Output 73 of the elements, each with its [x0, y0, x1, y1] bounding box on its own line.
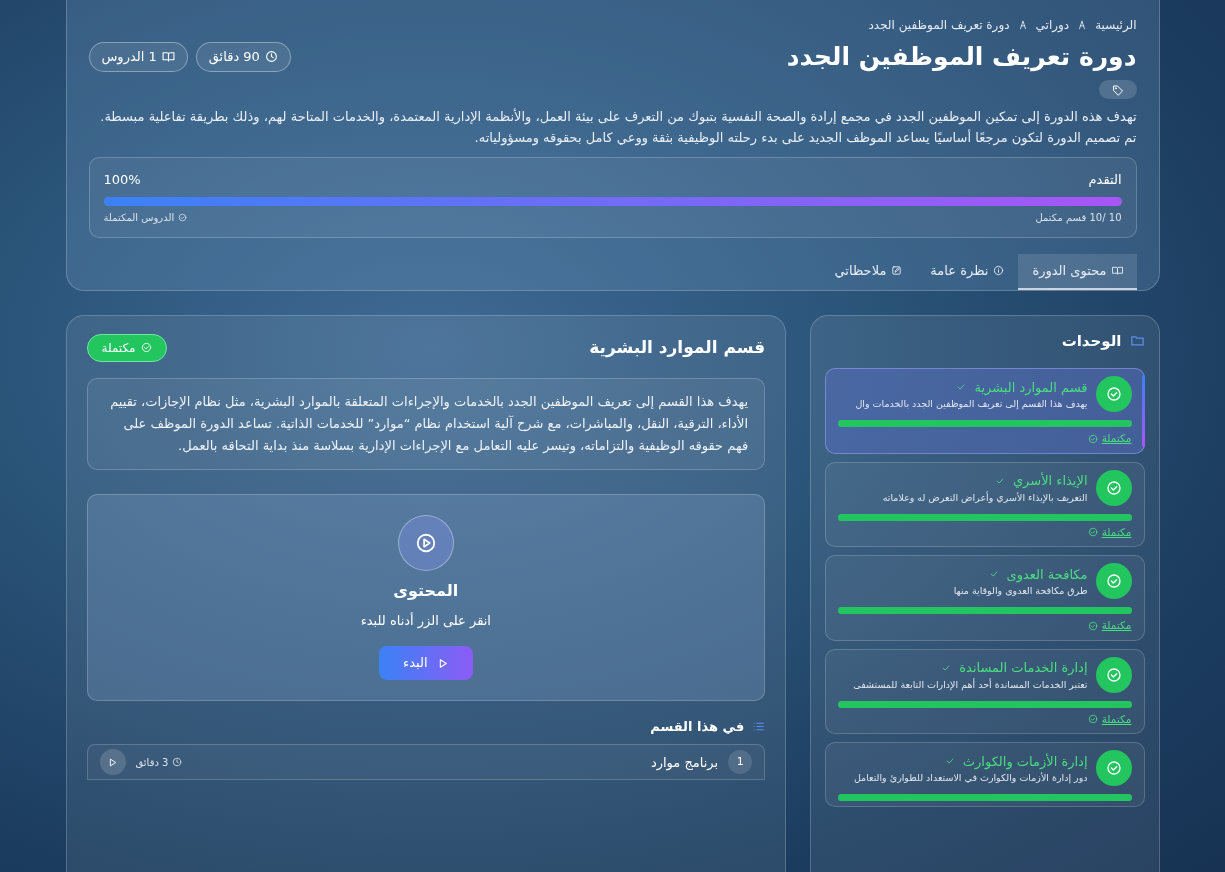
check-circle-icon	[1105, 666, 1122, 683]
module-description: تعتبر الخدمات المساندة أحد أهم الإدارات التابعة للمستشفى	[852, 677, 1088, 691]
clock-icon	[264, 50, 278, 64]
module-status: مكتملة	[1101, 524, 1132, 540]
lesson-title: برنامج موارد	[649, 753, 719, 773]
status-badge: مكتملة	[86, 333, 167, 362]
check-circle-icon	[1087, 433, 1098, 444]
tab[interactable]: ملاحظاتي	[820, 254, 917, 290]
play-icon	[107, 756, 118, 768]
progress-label: التقدم	[1088, 170, 1122, 189]
list-heading: في هذا القسم	[650, 717, 745, 736]
breadcrumb-link[interactable]: دورة تعريف الموظفين الجدد	[868, 16, 1010, 34]
module-status: مكتملة	[1101, 711, 1132, 727]
clock-icon	[172, 757, 183, 768]
separator-icon	[1017, 20, 1028, 30]
edit-icon	[891, 265, 903, 277]
progress-percent: 100%	[103, 170, 141, 189]
check-circle-icon	[1087, 620, 1098, 631]
check-circle-icon	[178, 213, 188, 223]
module-card[interactable]: إدارة الخدمات المساندة تعتبر الخدمات المساندة أحد أهم الإدارات التابعة للمستشفى مكتملة	[825, 648, 1145, 735]
section-title: قسم الموارد البشرية	[589, 337, 766, 358]
sections-count: 10 /10 قسم مكتمل	[1035, 211, 1122, 226]
module-title: إدارة الأزمات والكوارث	[962, 752, 1088, 772]
module-description: طرق مكافحة العدوى والوقاية منها	[952, 584, 1088, 598]
check-icon	[944, 756, 955, 767]
module-description: دور إدارة الأزمات والكوارث في الاستعداد للطوارئ والتعامل	[852, 771, 1088, 785]
section-description: يهدف هذا القسم إلى تعريف الموظفين الجدد بالخدمات والإجراءات المتعلقة بالموارد البشرية، مثل نظام الإجازات، تقييم الأداء، الترقية، النقل، والمباشرات، مع شرح آلية استخدام نظام “موارد” للخدمات الذاتية. تساعد الدورة الموظف على فهم حقوقه الوظيفية والتزاماته، وتيسر عليه التعامل مع الإجراءات الإدارية بسلاسة منذ بداية التحاقه بالعمل.	[86, 377, 766, 470]
check-circle-icon	[1105, 386, 1122, 403]
module-description: يهدف هذا القسم إلى تعريف الموظفين الجدد بالخدمات وال	[854, 397, 1088, 411]
module-status: مكتملة	[1101, 431, 1132, 447]
content-hint: انقر على الزر أدناه للبدء	[359, 611, 492, 631]
folder-icon	[1129, 333, 1145, 349]
content-title: المحتوى	[392, 579, 460, 602]
module-card[interactable]: قسم الموارد البشرية يهدف هذا القسم إلى تعريف الموظفين الجدد بالخدمات وال مكتملة	[825, 368, 1145, 454]
module-card[interactable]: الإيذاء الأسري التعريف بالإيذاء الأسري وأعراض التعرض له وعلاماته مكتملة	[825, 461, 1145, 548]
completed-lessons-label: الدروس المكتملة	[103, 211, 175, 226]
module-title: الإيذاء الأسري	[1012, 471, 1088, 491]
check-circle-icon	[1105, 479, 1122, 496]
tab[interactable]: نظرة عامة	[916, 254, 1019, 290]
check-icon	[994, 475, 1005, 486]
module-title: إدارة الخدمات المساندة	[959, 659, 1088, 678]
check-icon	[941, 662, 952, 673]
book-icon	[1111, 265, 1123, 277]
breadcrumb-link[interactable]: الرئيسية	[1095, 16, 1137, 34]
separator-icon	[1077, 20, 1088, 30]
lesson-play-button[interactable]	[99, 749, 126, 776]
module-card[interactable]: إدارة الأزمات والكوارث دور إدارة الأزمات والكوارث في الاستعداد للطوارئ والتعامل	[825, 742, 1145, 808]
course-description: تهدف هذه الدورة إلى تمكين الموظفين الجدد في مجمع إرادة والصحة النفسية بتبوك من التعرف على بيئة العمل، والأنظمة الإدارية المعتمدة، والخدمات المتاحة لهم، وذلك بطريقة تفاعلية مبسطة. تم تصميم الدورة لتكون مرجعًا أساسيًا يساعد الموظف الجديد على بدء رحلته الوظيفية بثقة ووعي كامل بحقوقه ومسؤولياته.	[99, 107, 1137, 148]
meta-pill: 90 دقائق	[195, 42, 291, 72]
module-title: قسم الموارد البشرية	[974, 378, 1088, 398]
check-circle-icon	[1087, 527, 1098, 538]
info-icon	[993, 265, 1005, 277]
check-circle-icon	[1105, 760, 1122, 777]
tag-icon	[1111, 83, 1124, 96]
check-circle-icon	[1087, 714, 1098, 725]
module-title: مكافحة العدوى	[1006, 565, 1088, 585]
breadcrumb-link[interactable]: دوراتي	[1035, 16, 1070, 34]
tab[interactable]: محتوى الدورة	[1018, 254, 1137, 290]
check-circle-icon	[1105, 573, 1122, 590]
start-button[interactable]: البدء	[379, 646, 473, 680]
module-description: التعريف بالإيذاء الأسري وأعراض التعرض له وعلاماته	[881, 490, 1088, 504]
meta-pill: 1 الدروس	[88, 42, 188, 72]
modules-title: الوحدات	[1061, 330, 1122, 352]
check-circle-icon	[140, 342, 152, 354]
check-icon	[956, 382, 967, 393]
lesson-number: 1	[728, 750, 753, 775]
module-status: مكتملة	[1101, 618, 1132, 634]
module-card[interactable]: مكافحة العدوى طرق مكافحة العدوى والوقاية منها مكتملة	[825, 555, 1145, 641]
check-icon	[988, 569, 999, 580]
lesson-duration: 3 دقائق	[135, 755, 169, 770]
play-icon	[414, 531, 437, 554]
course-title: دورة تعريف الموظفين الجدد	[786, 42, 1137, 72]
book-icon	[161, 50, 175, 64]
